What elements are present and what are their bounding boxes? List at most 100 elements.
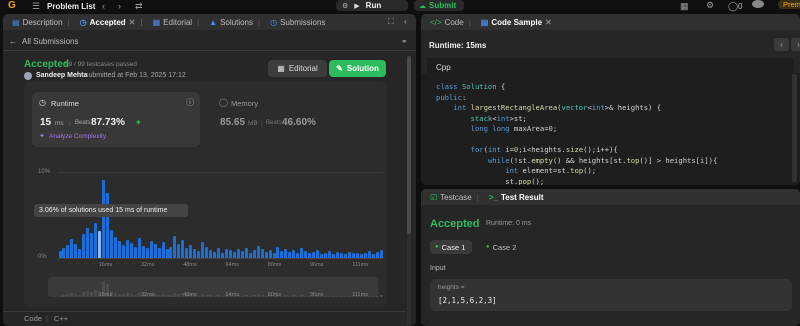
chart-bar[interactable] bbox=[94, 223, 98, 258]
chart-bar[interactable] bbox=[74, 244, 78, 258]
avatar[interactable] bbox=[752, 0, 764, 8]
submit-button[interactable]: ☁ Submit bbox=[414, 0, 464, 11]
chart-bar[interactable] bbox=[66, 244, 70, 258]
chart-bar[interactable] bbox=[312, 251, 316, 258]
chart-bar[interactable] bbox=[371, 253, 375, 258]
chart-bar[interactable] bbox=[379, 250, 383, 258]
chart-bar[interactable] bbox=[260, 249, 264, 258]
maximize-icon[interactable]: ⛶ bbox=[388, 17, 394, 27]
tab-description[interactable]: ▤ Description | bbox=[9, 18, 75, 27]
link-icon[interactable]: ⚭ bbox=[401, 37, 408, 46]
runtime-card[interactable]: ◷ Runtime ⓘ 15 ms | Beats 87.73% ✦ ✦ Ana… bbox=[32, 92, 200, 147]
chart-bar[interactable] bbox=[78, 249, 82, 258]
chart-bar[interactable] bbox=[367, 251, 371, 258]
chart-bar[interactable] bbox=[213, 251, 217, 258]
chart-bar[interactable] bbox=[125, 239, 129, 258]
chart-bar[interactable] bbox=[153, 244, 157, 258]
chart-bar[interactable] bbox=[248, 252, 252, 258]
chart-bar[interactable] bbox=[201, 242, 205, 258]
chart-bar[interactable] bbox=[331, 253, 335, 258]
leetcode-logo-icon[interactable]: G bbox=[8, 1, 16, 11]
chart-bar[interactable] bbox=[308, 252, 312, 258]
chart-bar[interactable] bbox=[252, 250, 256, 258]
chart-bar[interactable] bbox=[113, 237, 117, 258]
run-button[interactable]: ⚙ ▶ Run bbox=[336, 0, 408, 11]
chart-bar[interactable] bbox=[339, 252, 343, 258]
close-tab-icon[interactable]: ✕ bbox=[129, 18, 136, 27]
chart-bar[interactable] bbox=[221, 252, 224, 258]
chart-bar[interactable] bbox=[272, 252, 276, 258]
chart-bar[interactable] bbox=[217, 247, 221, 258]
next-sample-button[interactable]: › bbox=[791, 38, 800, 51]
chart-bar[interactable] bbox=[86, 228, 90, 258]
chart-bar[interactable] bbox=[343, 253, 347, 258]
info-icon[interactable]: ⓘ bbox=[186, 97, 194, 108]
prev-sample-button[interactable]: ‹ bbox=[774, 38, 789, 51]
chart-bar[interactable] bbox=[359, 253, 363, 258]
tab-test-result[interactable]: >_ Test Result bbox=[486, 193, 547, 202]
chart-bar[interactable] bbox=[351, 252, 355, 258]
chart-bar[interactable] bbox=[197, 251, 201, 258]
tab-code[interactable]: </> Code | bbox=[427, 18, 476, 27]
problem-list-link[interactable]: Problem List bbox=[47, 2, 95, 11]
collapse-icon[interactable]: ‹ bbox=[404, 17, 407, 26]
tab-code-sample[interactable]: ▤ Code Sample ✕ bbox=[478, 18, 555, 27]
next-problem-icon[interactable]: › bbox=[118, 2, 121, 11]
chart-bar[interactable] bbox=[189, 244, 193, 258]
chart-bar[interactable] bbox=[149, 240, 153, 258]
chart-bar[interactable] bbox=[137, 238, 141, 258]
solution-button[interactable]: ✎ Solution bbox=[329, 60, 386, 77]
tab-solutions[interactable]: ▲ Solutions | bbox=[206, 18, 265, 27]
chart-bar[interactable] bbox=[355, 252, 359, 258]
chart-bar[interactable] bbox=[328, 251, 331, 258]
chart-bar[interactable] bbox=[276, 246, 280, 258]
chart-bar[interactable] bbox=[232, 251, 236, 258]
chart-bar[interactable] bbox=[288, 251, 292, 258]
layout-icon[interactable]: ▦ bbox=[680, 2, 689, 11]
chart-bar[interactable] bbox=[133, 246, 137, 258]
chart-bar[interactable] bbox=[209, 250, 213, 258]
chart-bar[interactable] bbox=[98, 231, 102, 258]
tab-submissions[interactable]: ◷ Submissions bbox=[267, 18, 328, 27]
chart-bar[interactable] bbox=[58, 251, 62, 258]
fire-icon[interactable]: ◯ bbox=[728, 2, 738, 11]
tab-accepted[interactable]: ◷ Accepted ✕ | bbox=[77, 18, 148, 27]
chart-bar[interactable] bbox=[82, 233, 86, 258]
memory-card[interactable]: ◯ Memory 85.65 MB | Beats 46.60% bbox=[210, 92, 370, 147]
chart-bar[interactable] bbox=[240, 251, 244, 258]
chart-bar[interactable] bbox=[70, 238, 74, 258]
chart-bar[interactable] bbox=[363, 252, 367, 258]
chart-bar[interactable] bbox=[141, 245, 145, 258]
code-scrollbar[interactable] bbox=[792, 74, 797, 182]
chart-bar[interactable] bbox=[165, 249, 169, 258]
tab-testcase[interactable]: ☑ Testcase | bbox=[427, 193, 484, 202]
chart-bar[interactable] bbox=[102, 179, 106, 258]
chart-bar[interactable] bbox=[244, 248, 248, 258]
case-2-tab[interactable]: ● Case 2 bbox=[481, 240, 523, 254]
chart-bar[interactable] bbox=[304, 251, 308, 258]
chart-bar[interactable] bbox=[316, 250, 320, 258]
chart-bar[interactable] bbox=[264, 251, 268, 258]
chart-bar[interactable] bbox=[161, 242, 165, 258]
chart-bar[interactable] bbox=[320, 253, 324, 258]
chart-bar[interactable] bbox=[157, 247, 161, 258]
chart-bar[interactable] bbox=[256, 245, 260, 258]
chart-bar[interactable] bbox=[121, 244, 125, 258]
chart-bar[interactable] bbox=[90, 232, 94, 258]
chart-bar[interactable] bbox=[347, 251, 351, 258]
chart-bar[interactable] bbox=[117, 241, 121, 258]
chart-bar[interactable] bbox=[280, 251, 284, 258]
chart-bar[interactable] bbox=[300, 247, 304, 258]
prev-problem-icon[interactable]: ‹ bbox=[102, 2, 105, 11]
shuffle-icon[interactable]: ⇄ bbox=[135, 2, 143, 11]
chart-bar[interactable] bbox=[62, 247, 66, 258]
chart-bar[interactable] bbox=[193, 249, 197, 258]
chart-bar[interactable] bbox=[181, 239, 185, 258]
chart-bar[interactable] bbox=[324, 252, 328, 258]
chart-bar[interactable] bbox=[296, 252, 300, 258]
case-1-tab[interactable]: ● Case 1 bbox=[430, 240, 472, 254]
chart-bar[interactable] bbox=[173, 236, 177, 258]
close-tab-icon[interactable]: ✕ bbox=[545, 18, 552, 27]
username[interactable]: Sandeep Mehta bbox=[36, 72, 87, 79]
chart-bar[interactable] bbox=[228, 250, 232, 258]
